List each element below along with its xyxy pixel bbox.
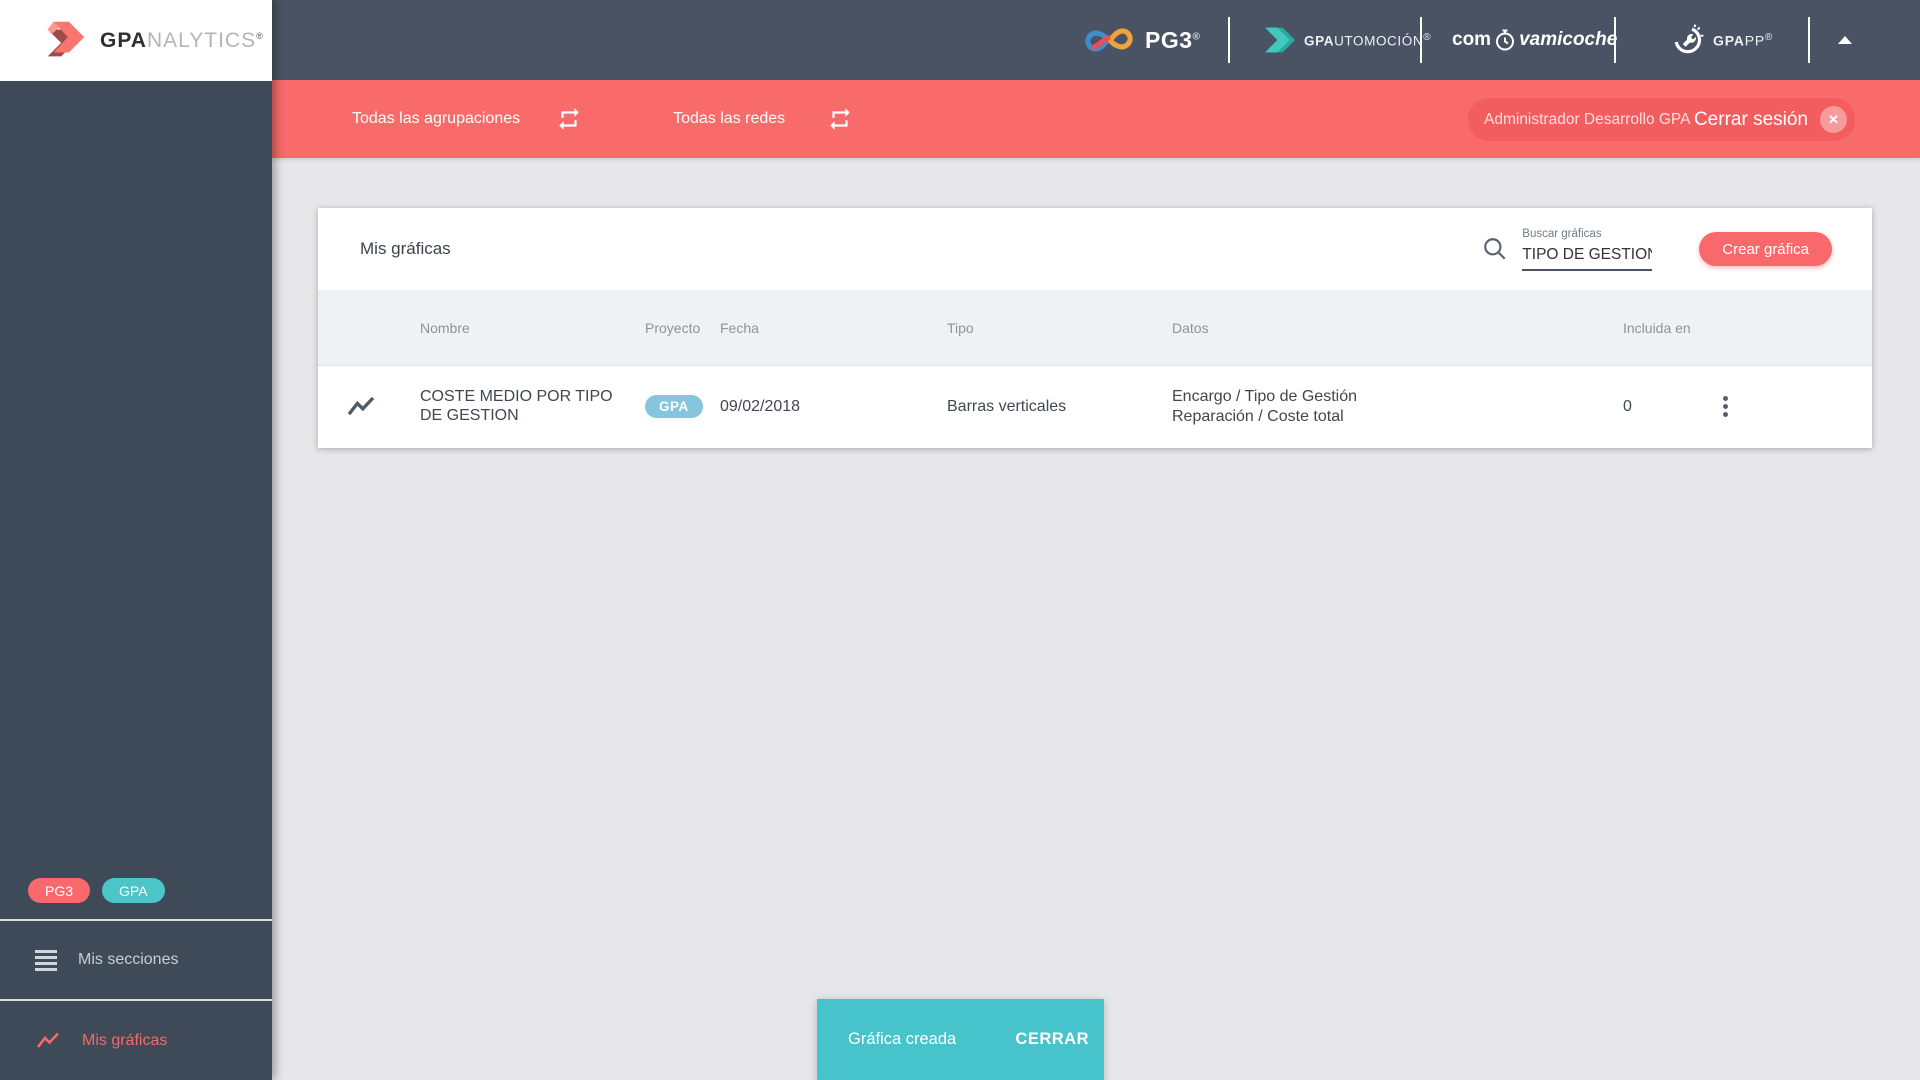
data-cell: Encargo / Tipo de Gestión Reparación / C… bbox=[1172, 387, 1623, 427]
column-header-fecha: Fecha bbox=[720, 319, 759, 336]
project-badge: GPA bbox=[645, 395, 703, 418]
column-header-proyecto: Proyecto bbox=[645, 319, 701, 336]
toast-message: Gráfica creada bbox=[848, 1030, 957, 1048]
sidebar-item-mis-graficas[interactable]: Mis gráficas bbox=[0, 999, 272, 1080]
date-cell: 09/02/2018 bbox=[720, 397, 801, 415]
separator bbox=[1420, 17, 1422, 63]
included-in-cell: 0 bbox=[1623, 397, 1632, 415]
snackbar-toast: Gráfica creada CERRAR bbox=[817, 999, 1104, 1080]
collapse-arrow-icon[interactable] bbox=[1838, 36, 1852, 44]
stopwatch-icon bbox=[1496, 29, 1515, 51]
sidebar-item-label: Mis gráficas bbox=[82, 1031, 168, 1049]
gpanalytics-arrow-icon bbox=[47, 21, 85, 56]
data-line-2: Reparación / Coste total bbox=[1172, 407, 1344, 425]
data-line-1: Encargo / Tipo de Gestión bbox=[1172, 387, 1357, 405]
gpautomocion-logo[interactable]: GPAUTOMOCIÓN® bbox=[1265, 0, 1431, 80]
gpapp-logo[interactable]: GPAPP® bbox=[1673, 0, 1773, 80]
pg3-logo[interactable]: PG3® bbox=[1083, 0, 1200, 80]
pg3-infinity-icon bbox=[1085, 28, 1133, 52]
gpa-badge[interactable]: GPA bbox=[102, 878, 165, 903]
pg3-label: PG3® bbox=[1145, 26, 1201, 53]
line-chart-icon bbox=[36, 1032, 59, 1048]
gpapp-label: GPAPP® bbox=[1713, 31, 1774, 49]
sidebar-item-mis-secciones[interactable]: Mis secciones bbox=[0, 919, 272, 999]
comprovamicoche-logo[interactable]: com vamicoche bbox=[1452, 0, 1617, 80]
groupings-filter-label[interactable]: Todas las agrupaciones bbox=[352, 110, 520, 128]
separator bbox=[1614, 17, 1616, 63]
card-controls: Buscar gráficas Crear gráfica bbox=[1482, 208, 1832, 290]
table-header-row: Nombre Proyecto Fecha Tipo Datos Incluid… bbox=[318, 290, 1872, 365]
networks-filter-label[interactable]: Todas las redes bbox=[673, 110, 785, 128]
search-input[interactable] bbox=[1522, 243, 1653, 271]
column-header-datos: Datos bbox=[1172, 319, 1209, 336]
search-field-wrap: Buscar gráficas bbox=[1522, 227, 1653, 271]
search-icon[interactable] bbox=[1482, 236, 1508, 262]
filter-bar: Todas las agrupaciones Todas las redes A… bbox=[272, 80, 1920, 158]
gpanalytics-logo[interactable]: GPANALYTICS® bbox=[0, 0, 272, 81]
column-header-tipo: Tipo bbox=[947, 319, 974, 336]
card-header: Mis gráficas Buscar gráficas Crear gráfi… bbox=[318, 208, 1872, 290]
close-session-icon[interactable]: ✕ bbox=[1820, 106, 1847, 133]
gpautomocion-arrow-icon bbox=[1265, 27, 1295, 53]
toast-close-button[interactable]: CERRAR bbox=[1015, 1030, 1089, 1049]
gpanalytics-wordmark: GPANALYTICS® bbox=[100, 28, 264, 52]
separator bbox=[1228, 17, 1230, 63]
sidebar-item-label: Mis secciones bbox=[78, 951, 179, 968]
swap-groupings-icon[interactable] bbox=[556, 106, 582, 132]
search-field-label: Buscar gráficas bbox=[1522, 227, 1602, 240]
comprova-label-left: com bbox=[1452, 29, 1492, 50]
separator bbox=[1808, 17, 1810, 63]
line-chart-icon bbox=[347, 396, 375, 415]
type-cell: Barras verticales bbox=[947, 397, 1067, 415]
top-app-bar: PG3® GPAUTOMOCIÓN® com vamicoche GPAPP® bbox=[0, 0, 1920, 80]
row-menu-kebab-icon[interactable] bbox=[1717, 396, 1733, 417]
column-header-nombre: Nombre bbox=[420, 319, 470, 336]
gpapp-wrench-icon bbox=[1674, 24, 1704, 54]
pg3-badge[interactable]: PG3 bbox=[28, 878, 91, 903]
project-cell: GPA bbox=[645, 395, 720, 418]
user-session-pill: Administrador Desarrollo GPA Cerrar sesi… bbox=[1468, 98, 1855, 141]
sidebar: GPANALYTICS® PG3 GPA Mis secciones Mis g… bbox=[0, 0, 272, 1080]
chart-name: COSTE MEDIO POR TIPO DE GESTION bbox=[420, 387, 613, 424]
sections-list-icon bbox=[35, 949, 57, 971]
swap-networks-icon[interactable] bbox=[827, 106, 853, 132]
comprova-label-right: vamicoche bbox=[1519, 29, 1618, 50]
column-header-incluida-en: Incluida en bbox=[1623, 319, 1691, 336]
table-row[interactable]: COSTE MEDIO POR TIPO DE GESTION GPA 09/0… bbox=[318, 365, 1872, 447]
gpautomocion-label: GPAUTOMOCIÓN® bbox=[1304, 31, 1432, 49]
create-chart-button[interactable]: Crear gráfica bbox=[1699, 232, 1832, 266]
user-name: Administrador Desarrollo GPA bbox=[1484, 110, 1691, 128]
platform-badges: PG3 GPA bbox=[28, 878, 165, 903]
logout-button[interactable]: Cerrar sesión bbox=[1694, 109, 1808, 131]
my-charts-card: Mis gráficas Buscar gráficas Crear gráfi… bbox=[318, 208, 1872, 448]
page-title: Mis gráficas bbox=[360, 239, 451, 258]
